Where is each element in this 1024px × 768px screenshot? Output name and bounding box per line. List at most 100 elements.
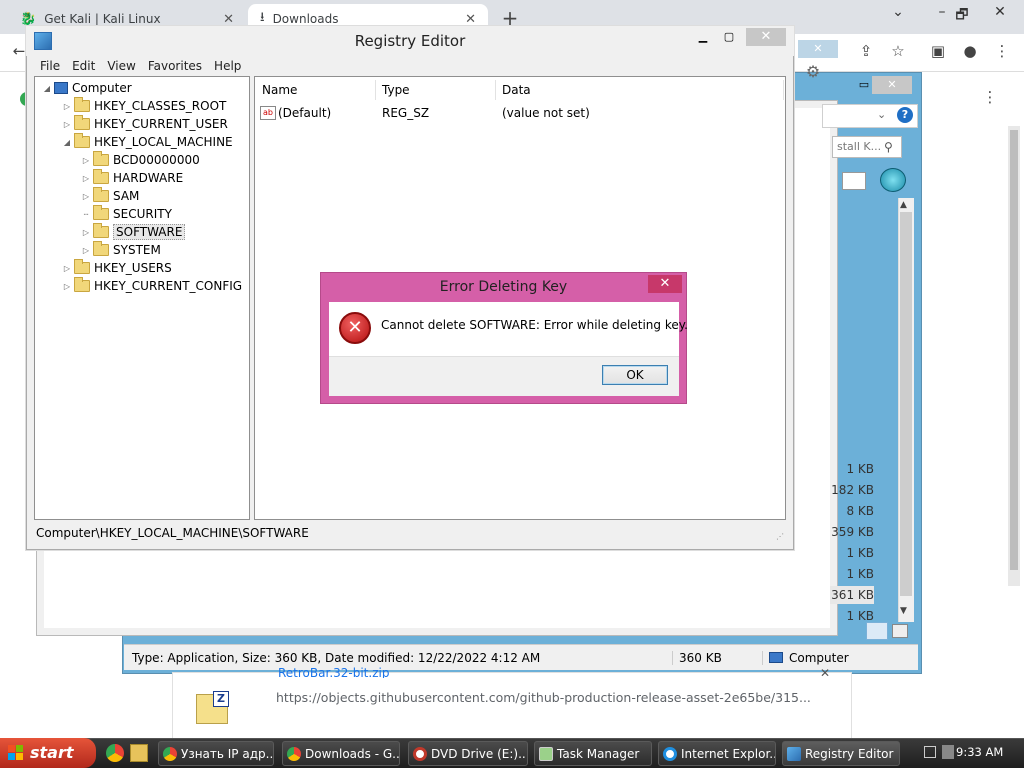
settings-gear-icon[interactable]: ⚙ [798,62,828,86]
close-button[interactable]: ✕ [746,28,786,46]
clock[interactable]: 9:33 AM [956,745,1003,759]
chrome-quicklaunch-icon[interactable] [106,744,124,762]
folder-open-icon [74,133,90,148]
folder-icon [74,115,90,130]
globe-icon[interactable] [880,168,906,192]
close-icon[interactable]: ✕ [820,666,830,680]
folder-icon [93,223,109,238]
tree-node-security[interactable]: ┄ SECURITY [81,205,172,223]
profile-avatar-icon[interactable]: ● [959,42,981,60]
tree-node-label: HKEY_CLASSES_ROOT [94,99,227,113]
downloads-menu-icon[interactable]: ⋮ [979,88,1001,106]
taskbar-button-downloads[interactable]: Downloads - G... [282,741,400,766]
regedit-app-icon [34,32,52,50]
string-value-icon: ab [260,106,276,120]
chrome-icon [287,746,301,761]
column-header-name[interactable]: Name [256,80,376,100]
error-icon: ✕ [339,312,371,344]
show-desktop-icon[interactable] [924,746,936,758]
expand-icon[interactable]: ▷ [81,156,91,165]
expand-icon[interactable]: ▷ [81,174,91,183]
explorer-quicklaunch-icon[interactable] [130,744,148,762]
more-menu-icon[interactable]: ⋮ [991,42,1013,60]
menu-file[interactable]: File [34,59,66,73]
details-view-icon[interactable] [866,622,888,640]
column-header-data[interactable]: Data [496,80,784,100]
tree-node-hklm[interactable]: ◢ HKEY_LOCAL_MACHINE [62,133,233,151]
expand-icon[interactable]: ▷ [81,246,91,255]
scroll-up-icon[interactable]: ▲ [900,200,907,210]
menu-bar: File Edit View Favorites Help [34,56,786,76]
registry-status-bar: Computer\HKEY_LOCAL_MACHINE\SOFTWARE [30,522,790,544]
menu-edit[interactable]: Edit [66,59,101,73]
tree-node-label: HARDWARE [113,171,184,185]
expand-icon[interactable]: ▷ [81,228,91,237]
chrome-icon [163,746,177,761]
column-header-type[interactable]: Type [376,80,496,100]
share-icon[interactable]: ⇪ [855,42,877,60]
large-icons-view-icon[interactable] [892,624,908,638]
expand-icon[interactable]: ▷ [81,192,91,201]
tree-node-label: HKEY_LOCAL_MACHINE [94,135,233,149]
expand-icon[interactable]: ▷ [62,102,72,111]
preview-pane-icon[interactable] [842,172,866,190]
address-bar[interactable]: ⌄ ? [822,104,918,128]
tab-search-icon[interactable]: ⌄ [886,4,910,20]
taskbar-button-dvd[interactable]: DVD Drive (E:)... [408,741,528,766]
taskbar-button-label: Downloads - G... [305,746,400,761]
taskbar-button-task-manager[interactable]: Task Manager [534,741,652,766]
tree-node-software[interactable]: ▷ SOFTWARE [81,223,186,241]
tree-node-sam[interactable]: ▷ SAM [81,187,139,205]
close-icon[interactable]: ✕ [223,12,234,27]
close-button[interactable]: ✕ [872,76,912,94]
collapse-icon[interactable]: ◢ [42,84,52,93]
download-url[interactable]: https://objects.githubusercontent.com/gi… [276,690,811,705]
menu-view[interactable]: View [101,59,141,73]
resize-grip-icon[interactable]: ⋰ [776,532,784,541]
dialog-close-button[interactable]: ✕ [648,275,682,293]
menu-help[interactable]: Help [208,59,247,73]
tree-node-hkcu[interactable]: ▷ HKEY_CURRENT_USER [62,115,228,133]
help-icon[interactable]: ? [897,107,913,123]
expand-icon[interactable]: ▷ [62,282,72,291]
tree-node-label: HKEY_CURRENT_CONFIG [94,279,243,293]
side-panel-icon[interactable]: ▣ [927,42,949,60]
collapse-icon[interactable]: ◢ [62,138,72,147]
minimize-button[interactable]: ▁ [690,28,716,46]
taskbar-button-internet-explorer[interactable]: Internet Explor... [658,741,776,766]
registry-editor-title: Registry Editor [26,26,794,56]
scrollbar-thumb[interactable] [900,212,912,596]
restore-button[interactable]: 🗗 [950,4,974,28]
folder-icon [93,169,109,184]
close-window-button[interactable]: ✕ [988,4,1012,20]
search-icon[interactable]: ⚲ [884,140,893,154]
value-row[interactable]: ab (Default) [260,104,331,122]
taskbar-button-registry-editor[interactable]: Registry Editor [782,741,900,766]
tree-node-system[interactable]: ▷ SYSTEM [81,241,161,259]
folder-icon [93,187,109,202]
ok-button[interactable]: OK [602,365,668,385]
scroll-down-icon[interactable]: ▼ [900,606,907,616]
page-scrollbar-thumb[interactable] [1010,130,1018,570]
explorer-close-button[interactable]: ✕ [798,40,838,58]
bookmark-star-icon[interactable]: ☆ [887,42,909,60]
download-file-name[interactable]: RetroBar.32-bit.zip [278,666,389,678]
maximize-button[interactable]: ▢ [716,28,742,46]
computer-icon [54,82,68,94]
tree-node-computer[interactable]: ◢ Computer [42,79,132,97]
expand-icon[interactable]: ▷ [62,120,72,129]
close-icon[interactable]: ✕ [465,12,476,27]
expand-icon[interactable]: ▷ [62,264,72,273]
tree-node-bcd[interactable]: ▷ BCD00000000 [81,151,200,169]
taskbar-button-ip[interactable]: Узнать IP адр... [158,741,274,766]
tree-node-hardware[interactable]: ▷ HARDWARE [81,169,183,187]
tree-node-hku[interactable]: ▷ HKEY_USERS [62,259,172,277]
tree-node-hkcc[interactable]: ▷ HKEY_CURRENT_CONFIG [62,277,242,295]
menu-favorites[interactable]: Favorites [142,59,208,73]
dialog-title: Error Deleting Key [439,279,568,295]
volume-icon[interactable] [942,745,954,759]
tree-node-hkcr[interactable]: ▷ HKEY_CLASSES_ROOT [62,97,226,115]
windows-logo-icon [8,745,24,761]
status-location-label: Computer [789,650,849,665]
chevron-down-icon[interactable]: ⌄ [877,108,886,121]
